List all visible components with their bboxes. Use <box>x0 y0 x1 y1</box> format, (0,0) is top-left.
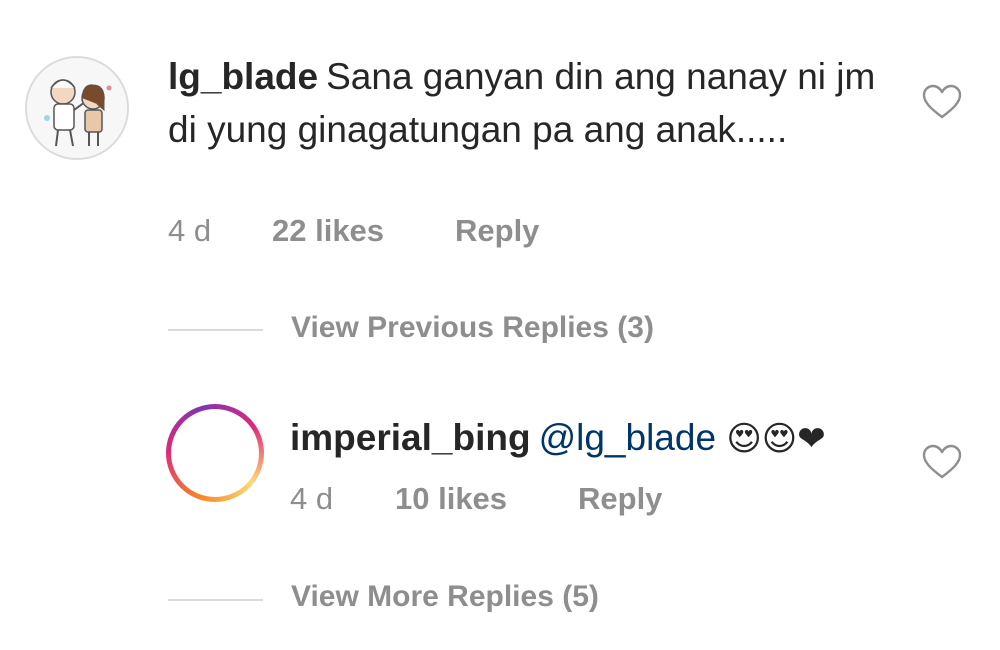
thread-divider <box>168 329 263 331</box>
view-more-replies-button[interactable]: View More Replies (5) <box>291 580 599 614</box>
comment-username[interactable]: imperial_bing <box>290 417 531 458</box>
reply-button[interactable]: Reply <box>455 213 539 249</box>
comment-likes-count[interactable]: 22 likes <box>272 213 384 249</box>
comment-emojis: 😍😍❤ <box>726 420 826 458</box>
comment-text-lg-blade: lg_blade Sana ganyan din ang nanay ni jm … <box>168 50 888 156</box>
heart-outline-icon[interactable] <box>922 84 962 120</box>
avatar-lg-blade[interactable] <box>25 56 129 160</box>
comment-username[interactable]: lg_blade <box>168 56 318 97</box>
reply-button[interactable]: Reply <box>578 481 662 517</box>
comment-timestamp: 4 d <box>168 213 212 248</box>
avatar-story-ring <box>171 409 259 497</box>
mention-link[interactable]: @lg_blade <box>539 417 716 458</box>
view-previous-replies-button[interactable]: View Previous Replies (3) <box>291 311 654 345</box>
avatar-imperial-bing[interactable] <box>166 404 264 502</box>
cartoon-couple-avatar-image <box>27 58 127 158</box>
comment-text-imperial-bing: imperial_bing @lg_blade 😍😍❤ <box>290 413 826 464</box>
comment-timestamp: 4 d <box>290 481 334 516</box>
heart-outline-icon[interactable] <box>922 444 962 480</box>
comment-likes-count[interactable]: 10 likes <box>395 481 507 517</box>
thread-divider <box>168 599 263 601</box>
